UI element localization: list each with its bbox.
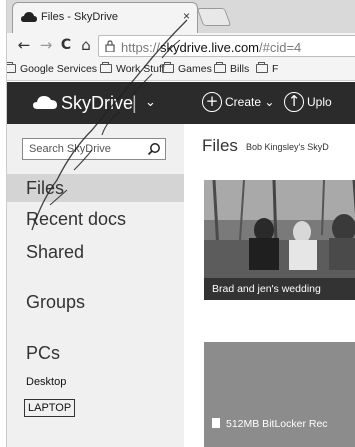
skydrive-favicon-icon [21,12,37,22]
tile-label-text: 512MB BitLocker Rec [226,418,328,430]
wedding-photo-thumbnail [204,180,355,278]
new-tab-button[interactable] [196,8,232,26]
brand-separator: | [132,93,137,113]
skydrive-header: SkyDrive | ⌄ + Create ⌄ ↑ Uplo [0,82,355,124]
bookmark-label: Google Services [20,63,98,75]
breadcrumb-owner[interactable]: Bob Kingsley's SkyD [246,142,329,152]
address-bar[interactable]: https://skydrive.live.com/#cid=4 [98,35,355,57]
bookmark-bills[interactable]: Bills [214,62,250,75]
document-icon [212,418,220,428]
folder-icon [214,62,226,73]
create-button[interactable]: + Create ⌄ [202,92,274,114]
bookmark-label: F [272,63,279,75]
sidebar-item-recent-docs[interactable]: Recent docs [26,209,126,230]
forward-icon[interactable]: → [38,37,54,53]
upload-label: Uplo [307,95,332,109]
main-content: Files Bob Kingsley's SkyD Brad and jen's… [184,124,355,447]
tile-label: Brad and jen's wedding [204,278,355,300]
bookmark-label: Bills [230,63,250,75]
folder-tile-wedding[interactable]: Brad and jen's wedding [204,180,355,300]
sidebar-item-pcs[interactable]: PCs [26,343,60,364]
search-input[interactable]: Search SkyDrive [22,138,166,160]
cloud-icon [33,96,57,109]
sidebar-item-shared[interactable]: Shared [26,242,84,263]
sidebar-pc-laptop[interactable]: LAPTOP [24,399,76,417]
sidebar-item-files[interactable]: Files [0,174,184,202]
browser-toolbar: ← → C ⌂ https://skydrive.live.com/#cid=4 [0,33,355,59]
upload-icon: ↑ [284,92,304,112]
url-host: skydrive.live.com [160,40,259,55]
sidebar-item-groups[interactable]: Groups [26,292,85,313]
bookmark-work-stuff[interactable]: Work Stuff [100,62,165,75]
scan-border [0,0,7,447]
chevron-down-icon: ⌄ [261,95,275,109]
file-tile-bitlocker[interactable]: 512MB BitLocker Rec [204,342,355,447]
create-label: Create [225,95,262,109]
screenshot-frame: Files - SkyDrive × ← → C ⌂ https://skydr… [0,0,355,447]
back-icon[interactable]: ← [16,37,32,53]
tab-close-icon[interactable]: × [183,9,190,23]
bookmark-label: Games [178,63,212,75]
lock-icon [105,40,115,52]
bookmark-games[interactable]: Games [162,62,212,75]
page-title: Files [202,136,238,155]
search-placeholder: Search SkyDrive [29,143,111,155]
browser-tab-strip: Files - SkyDrive × [0,0,355,33]
bookmark-google-services[interactable]: Google Services [4,62,98,75]
skydrive-logo-text[interactable]: SkyDrive [61,93,133,114]
reload-icon[interactable]: C [58,37,74,53]
plus-icon: + [202,92,222,112]
bookmark-f[interactable]: F [256,62,279,75]
folder-icon [100,62,112,73]
tab-title: Files - SkyDrive [41,11,119,23]
folder-icon [162,62,174,73]
chevron-down-icon[interactable]: ⌄ [145,95,156,110]
bookmark-label: Work Stuff [116,63,165,75]
tile-label: 512MB BitLocker Rec [212,418,328,430]
url-scheme: https:// [121,40,161,55]
sidebar: Search SkyDrive Files Recent docs Shared… [0,124,184,447]
url-text: https://skydrive.live.com/#cid=4 [121,40,301,55]
bookmarks-bar: Google Services Work Stuff Games Bills F [0,59,355,81]
search-icon[interactable] [147,142,161,156]
url-path: /#cid=4 [259,40,302,55]
home-icon[interactable]: ⌂ [78,37,94,53]
browser-tab[interactable]: Files - SkyDrive × [12,2,198,33]
sidebar-pc-desktop[interactable]: Desktop [26,376,66,388]
folder-icon [256,62,268,73]
upload-button[interactable]: ↑ Uplo [284,92,332,114]
